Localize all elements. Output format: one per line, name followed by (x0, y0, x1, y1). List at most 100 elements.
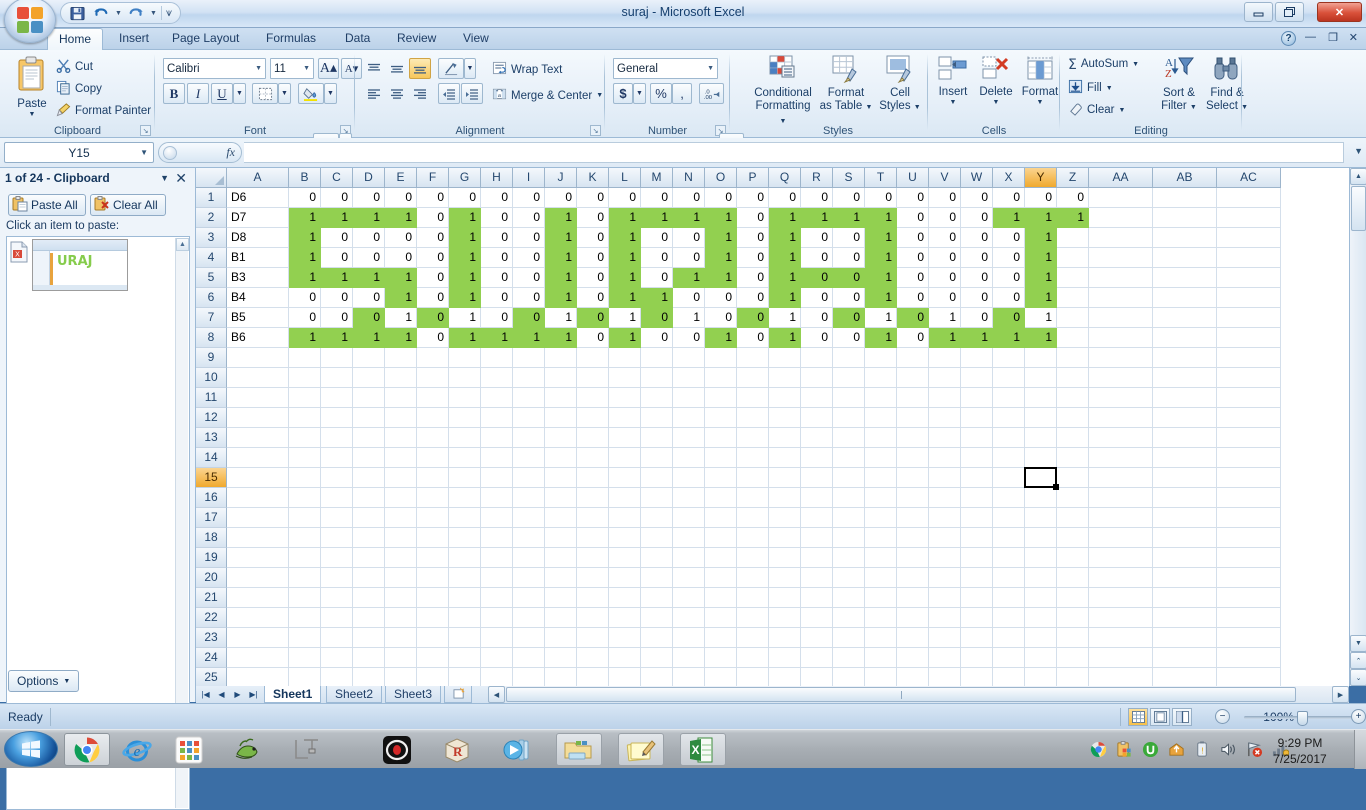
cell-AC4[interactable] (1217, 248, 1281, 268)
row-header-17[interactable]: 17 (196, 508, 227, 528)
cell-T1[interactable]: 0 (865, 188, 897, 208)
format-as-table-dropdown-icon[interactable]: ▼ (865, 104, 872, 111)
cell-AA3[interactable] (1089, 228, 1153, 248)
media-player-taskbar-icon[interactable] (494, 733, 540, 766)
cell-J9[interactable] (545, 348, 577, 368)
cell-AB14[interactable] (1153, 448, 1217, 468)
cell-K17[interactable] (577, 508, 609, 528)
cell-T3[interactable]: 1 (865, 228, 897, 248)
formula-input[interactable] (244, 142, 1344, 163)
ribbon-close-button[interactable]: ✕ (1349, 31, 1358, 44)
currency-button[interactable]: $ (613, 83, 633, 104)
cell-F24[interactable] (417, 648, 449, 668)
cell-W11[interactable] (961, 388, 993, 408)
cell-L3[interactable]: 1 (609, 228, 641, 248)
cell-P16[interactable] (737, 488, 769, 508)
cell-R20[interactable] (801, 568, 833, 588)
cell-F22[interactable] (417, 608, 449, 628)
row-header-23[interactable]: 23 (196, 628, 227, 648)
cell-E6[interactable]: 1 (385, 288, 417, 308)
cell-Z6[interactable] (1057, 288, 1089, 308)
cell-U11[interactable] (897, 388, 929, 408)
cell-AC5[interactable] (1217, 268, 1281, 288)
merge-center-button[interactable]: a Merge & Center ▼ (492, 87, 603, 105)
cell-N4[interactable]: 0 (673, 248, 705, 268)
cell-E4[interactable]: 0 (385, 248, 417, 268)
cell-K3[interactable]: 0 (577, 228, 609, 248)
cell-D1[interactable]: 0 (353, 188, 385, 208)
cell-F20[interactable] (417, 568, 449, 588)
cell-I10[interactable] (513, 368, 545, 388)
column-header-x[interactable]: X (993, 168, 1025, 188)
cell-H3[interactable]: 0 (481, 228, 513, 248)
cell-L2[interactable]: 1 (609, 208, 641, 228)
insert-cells-dropdown-icon[interactable]: ▼ (950, 99, 957, 107)
cell-T23[interactable] (865, 628, 897, 648)
cell-W24[interactable] (961, 648, 993, 668)
cell-O23[interactable] (705, 628, 737, 648)
cell-Y3[interactable]: 1 (1025, 228, 1057, 248)
circuit-taskbar-icon[interactable] (284, 733, 330, 766)
cell-M16[interactable] (641, 488, 673, 508)
cell-Q16[interactable] (769, 488, 801, 508)
column-header-w[interactable]: W (961, 168, 993, 188)
cell-D2[interactable]: 1 (353, 208, 385, 228)
cell-W12[interactable] (961, 408, 993, 428)
cell-X12[interactable] (993, 408, 1025, 428)
cell-E18[interactable] (385, 528, 417, 548)
dragon-taskbar-icon[interactable] (226, 733, 272, 766)
cell-X8[interactable]: 1 (993, 328, 1025, 348)
cell-T15[interactable] (865, 468, 897, 488)
cell-J10[interactable] (545, 368, 577, 388)
zoom-slider-thumb[interactable] (1297, 711, 1308, 726)
cell-N16[interactable] (673, 488, 705, 508)
cell-N21[interactable] (673, 588, 705, 608)
cell-T7[interactable]: 1 (865, 308, 897, 328)
cell-AB24[interactable] (1153, 648, 1217, 668)
cell-B19[interactable] (289, 548, 321, 568)
row-header-21[interactable]: 21 (196, 588, 227, 608)
cell-AB20[interactable] (1153, 568, 1217, 588)
cell-Z16[interactable] (1057, 488, 1089, 508)
cell-C12[interactable] (321, 408, 353, 428)
cell-Y18[interactable] (1025, 528, 1057, 548)
cell-Y20[interactable] (1025, 568, 1057, 588)
column-header-h[interactable]: H (481, 168, 513, 188)
cell-S17[interactable] (833, 508, 865, 528)
cell-X14[interactable] (993, 448, 1025, 468)
clear-button[interactable]: Clear ▼ (1068, 101, 1125, 120)
cell-V8[interactable]: 1 (929, 328, 961, 348)
cell-E19[interactable] (385, 548, 417, 568)
last-sheet-button[interactable]: ▶| (246, 687, 261, 702)
clipboard-item[interactable]: X URAJ (9, 239, 175, 295)
cell-Y4[interactable]: 1 (1025, 248, 1057, 268)
cell-F25[interactable] (417, 668, 449, 686)
clipboard-dialog-launcher[interactable]: ↘ (140, 125, 151, 136)
decrease-indent-button[interactable] (438, 83, 460, 104)
cell-E2[interactable]: 1 (385, 208, 417, 228)
cell-Z19[interactable] (1057, 548, 1089, 568)
cell-AA25[interactable] (1089, 668, 1153, 686)
cell-Q25[interactable] (769, 668, 801, 686)
copy-button[interactable]: Copy (56, 80, 102, 99)
cell-Q4[interactable]: 1 (769, 248, 801, 268)
cell-O5[interactable]: 1 (705, 268, 737, 288)
excel-taskbar-icon[interactable]: X (680, 733, 726, 766)
cell-K4[interactable]: 0 (577, 248, 609, 268)
cell-C18[interactable] (321, 528, 353, 548)
cell-F16[interactable] (417, 488, 449, 508)
row-header-6[interactable]: 6 (196, 288, 227, 308)
cell-Q7[interactable]: 1 (769, 308, 801, 328)
cell-AB10[interactable] (1153, 368, 1217, 388)
autosum-button[interactable]: Σ AutoSum ▼ (1068, 57, 1139, 73)
cell-O11[interactable] (705, 388, 737, 408)
cell-I19[interactable] (513, 548, 545, 568)
cell-I23[interactable] (513, 628, 545, 648)
cell-K13[interactable] (577, 428, 609, 448)
find-select-button[interactable]: Find & Select ▼ (1203, 55, 1251, 114)
cell-D10[interactable] (353, 368, 385, 388)
cell-AC9[interactable] (1217, 348, 1281, 368)
cell-X6[interactable]: 0 (993, 288, 1025, 308)
cell-O9[interactable] (705, 348, 737, 368)
cell-W7[interactable]: 0 (961, 308, 993, 328)
